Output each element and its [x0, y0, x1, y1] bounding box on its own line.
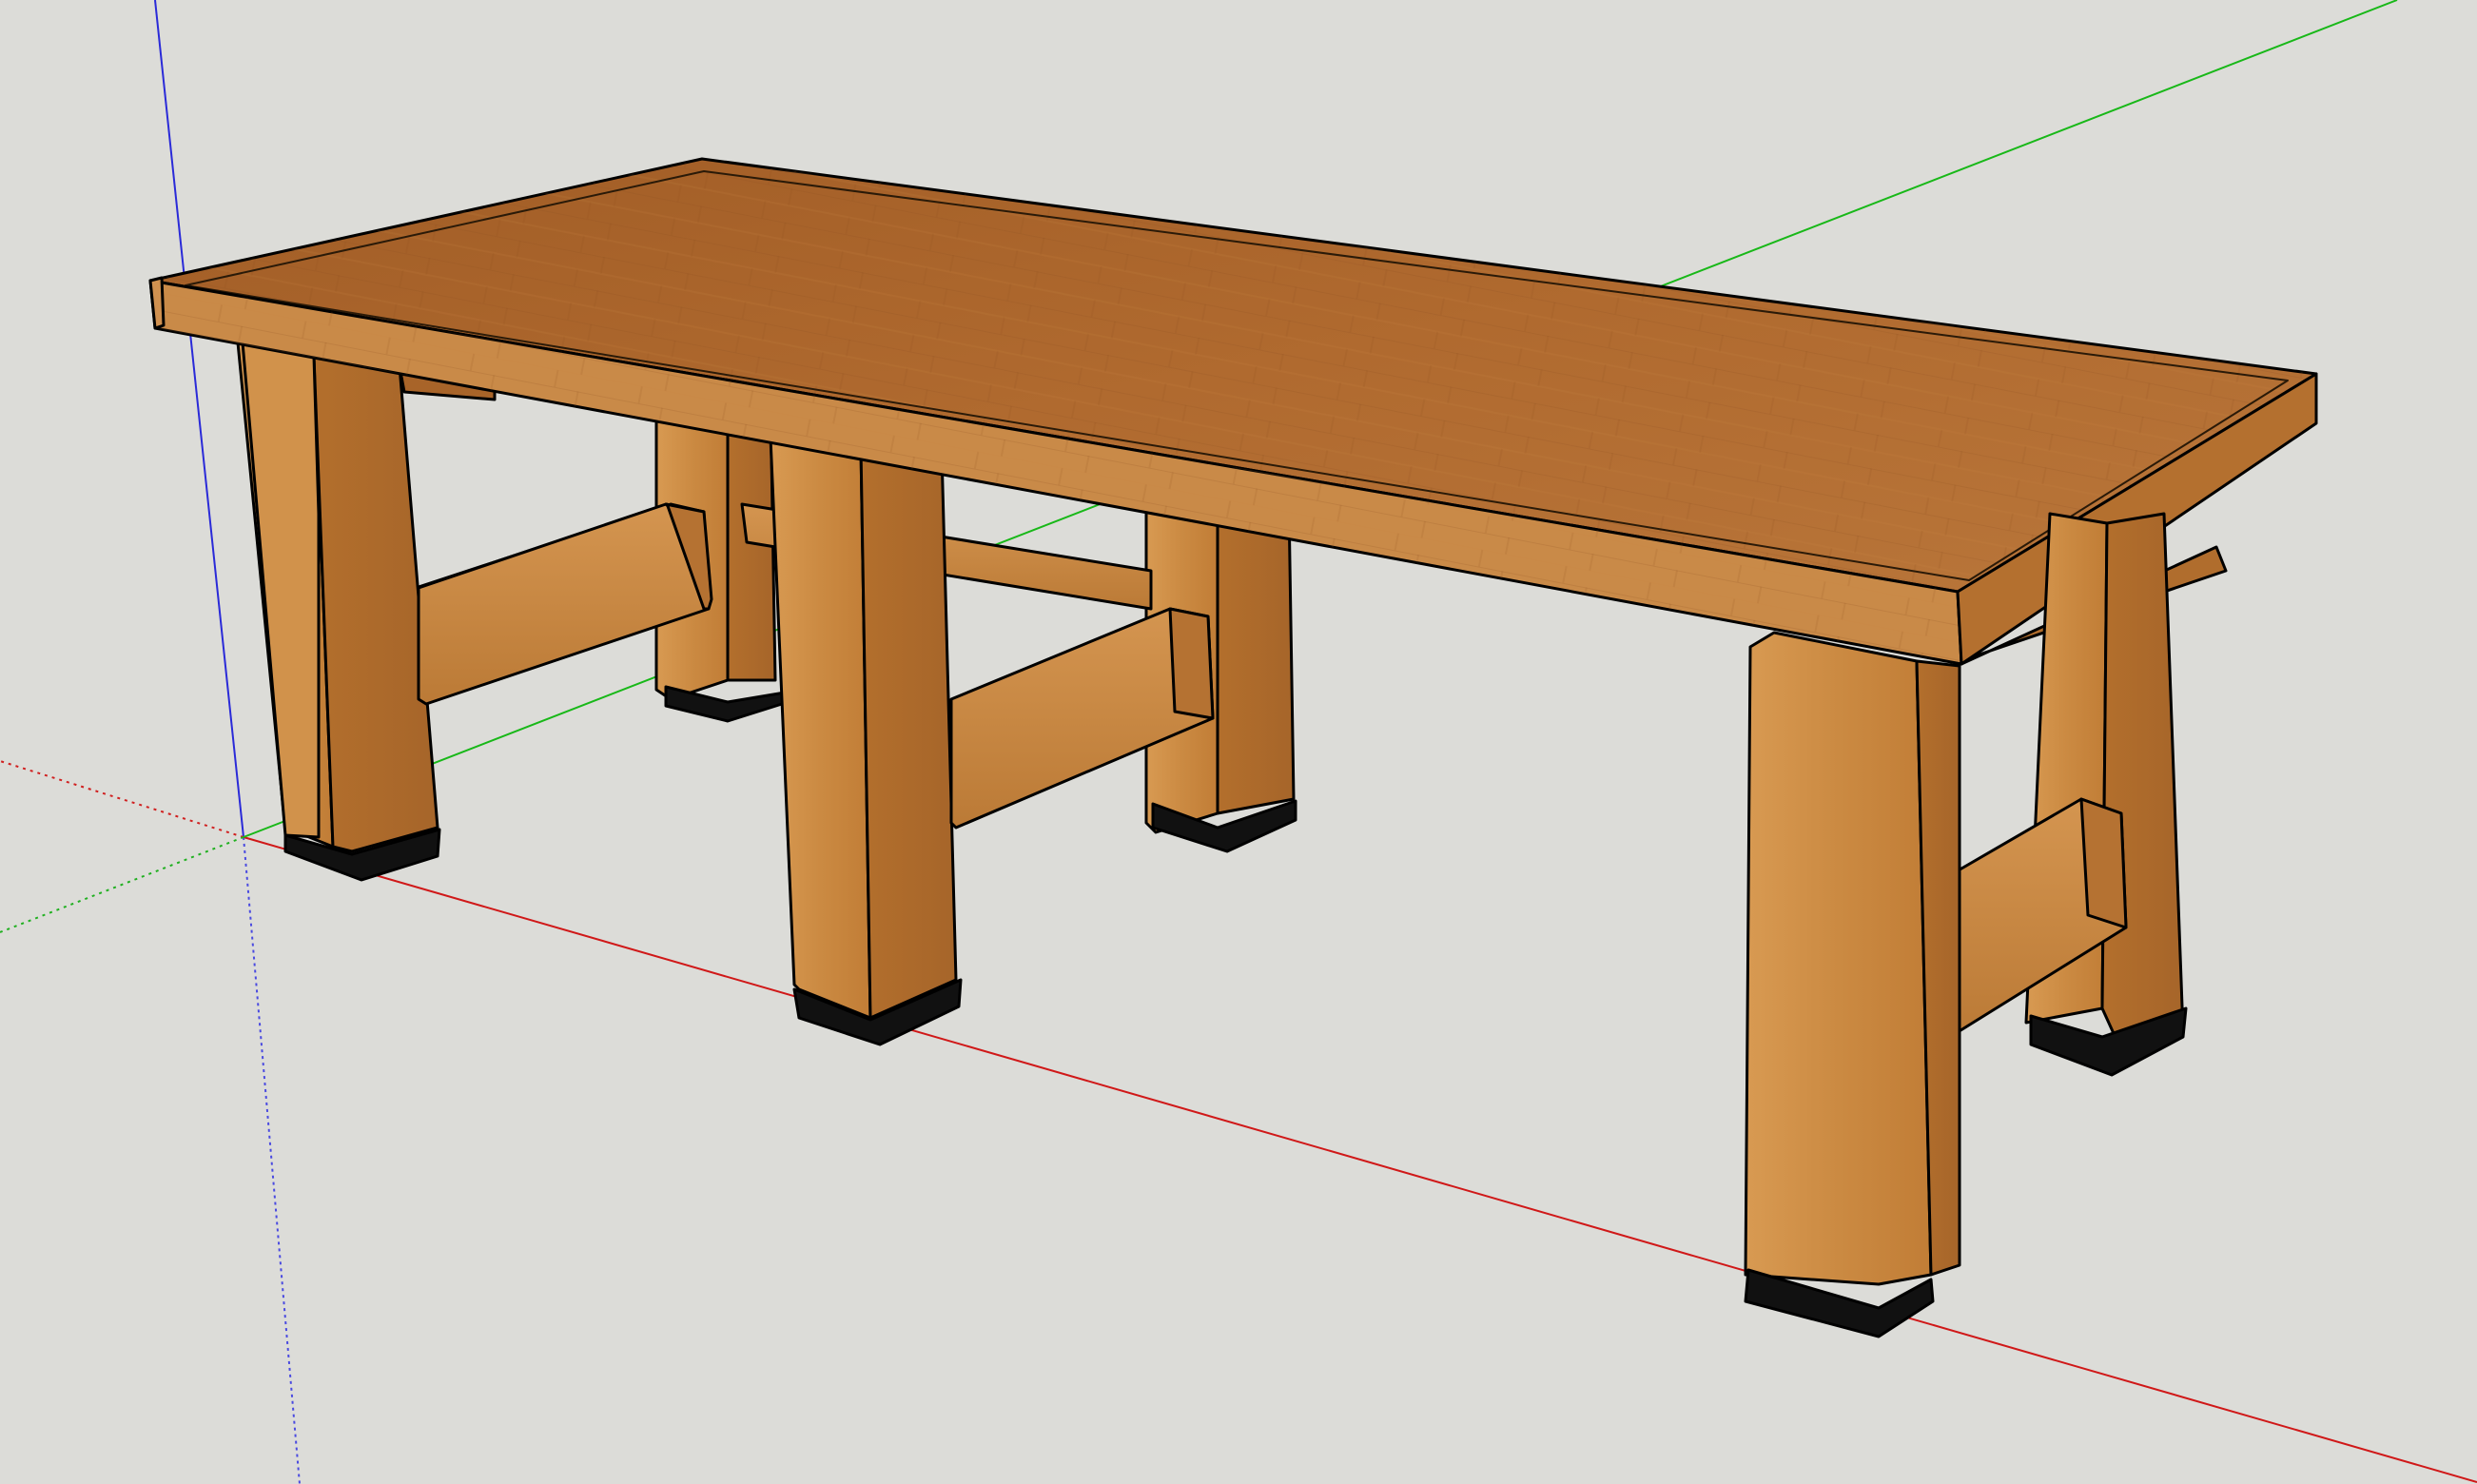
green-axis-dotted	[0, 836, 244, 933]
front-left-leg[interactable]	[236, 341, 441, 882]
front-right-leg[interactable]	[1744, 631, 1961, 1338]
red-axis-dotted	[0, 760, 244, 838]
sketchup-3d-viewport[interactable]	[0, 0, 2477, 1484]
blue-axis-dotted	[243, 836, 301, 1484]
back-right-end-leg[interactable]	[2024, 512, 2188, 1077]
blue-axis-solid	[154, 0, 244, 838]
front-middle-leg[interactable]	[769, 436, 963, 1046]
